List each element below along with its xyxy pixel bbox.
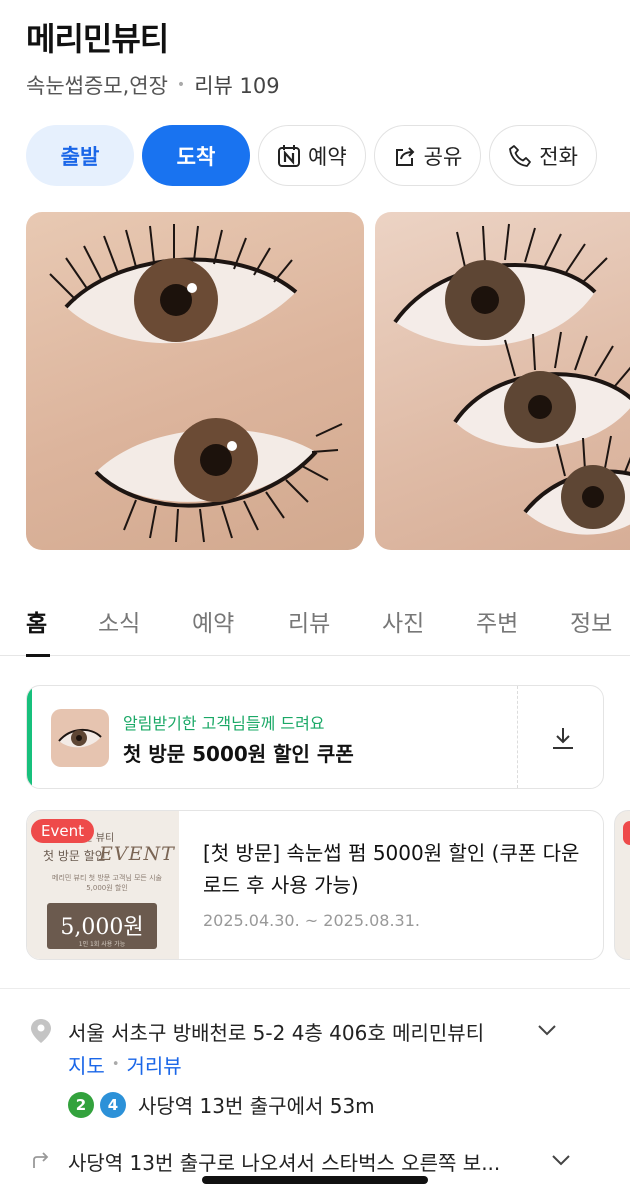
arrive-button[interactable]: 도착 (142, 125, 250, 186)
event-image-price-sub: 1인 1회 사용 가능 (78, 941, 126, 948)
tab-home[interactable]: 홈 (26, 604, 47, 638)
next-event-badge (623, 821, 630, 845)
event-image: 메리민 뷰티 첫 방문 할인 EVENT 메리민 뷰티 첫 방문 고객님 모든 … (27, 811, 179, 959)
share-icon (395, 146, 415, 166)
tab-bar: 홈 소식 예약 리뷰 사진 주변 정보 (0, 596, 630, 656)
place-photo[interactable] (26, 212, 364, 550)
directions-arrow-icon (33, 1152, 49, 1168)
share-label: 공유 (423, 144, 463, 169)
chevron-down-icon[interactable] (536, 1022, 558, 1038)
event-image-title: 첫 방문 할인 (43, 849, 106, 863)
phone-icon (509, 144, 532, 167)
tab-info[interactable]: 정보 (570, 604, 612, 638)
subway-line-2-badge: 2 (68, 1091, 94, 1118)
depart-button[interactable]: 출발 (26, 125, 134, 186)
call-label: 전화 (539, 144, 578, 169)
map-link[interactable]: 지도 (68, 1050, 105, 1079)
street-view-link[interactable]: 거리뷰 (126, 1050, 181, 1079)
separator-dot: • (176, 77, 186, 93)
event-badge: Event (31, 819, 94, 843)
tab-news[interactable]: 소식 (98, 604, 140, 638)
coupon-thumbnail (51, 709, 109, 767)
naver-booking-icon (278, 144, 300, 167)
coupon-divider (517, 686, 518, 788)
coupon-notice: 알림받기한 고객님들께 드려요 (123, 714, 325, 733)
review-count-link[interactable]: 리뷰 109 (194, 70, 279, 100)
coupon-title: 첫 방문 5000원 할인 쿠폰 (123, 742, 354, 766)
share-button[interactable]: 공유 (373, 125, 482, 186)
map-links: 지도 • 거리뷰 (68, 1050, 182, 1079)
address-row[interactable]: 서울 서초구 방배천로 5-2 4층 406호 메리민뷰티 (26, 1016, 616, 1046)
separator-dot: • (111, 1057, 120, 1072)
tab-nearby[interactable]: 주변 (476, 604, 518, 638)
subway-line-4-badge: 4 (100, 1091, 126, 1118)
subway-info: 2 4 사당역 13번 출구에서 53m (68, 1090, 375, 1119)
action-buttons: 출발 도착 예약 공유 전화 (26, 125, 597, 186)
tab-reservation[interactable]: 예약 (192, 604, 234, 638)
address-text: 서울 서초구 방배천로 5-2 4층 406호 메리민뷰티 (68, 1021, 485, 1045)
next-event-card[interactable] (614, 810, 630, 960)
reserve-button[interactable]: 예약 (258, 125, 366, 186)
location-pin-icon (31, 1019, 51, 1043)
coupon-accent-bar (27, 686, 32, 788)
event-image-price-value: 5,000원 (60, 915, 144, 940)
eye-thumbnail-image (58, 729, 102, 748)
coupon-card[interactable]: 알림받기한 고객님들께 드려요 첫 방문 5000원 할인 쿠폰 (26, 685, 604, 789)
tab-reviews[interactable]: 리뷰 (288, 604, 330, 638)
home-indicator (202, 1176, 428, 1184)
event-period: 2025.04.30. ~ 2025.08.31. (203, 911, 420, 930)
section-divider (0, 988, 630, 989)
eyelash-photo-image (49, 224, 343, 543)
directions-text: 사당역 13번 출구로 나오셔서 스타벅스 오른쪽 보... (68, 1151, 501, 1175)
chevron-down-icon[interactable] (550, 1152, 572, 1168)
download-icon[interactable] (549, 724, 577, 752)
reserve-label: 예약 (308, 144, 347, 169)
place-subline: 속눈썹증모,연장 • 리뷰 109 (26, 70, 280, 100)
event-image-word: EVENT (99, 843, 175, 865)
event-image-price: 5,000원 1인 1회 사용 가능 (47, 903, 157, 949)
active-tab-indicator (26, 654, 50, 657)
event-card[interactable]: 메리민 뷰티 첫 방문 할인 EVENT 메리민 뷰티 첫 방문 고객님 모든 … (26, 810, 604, 960)
directions-row[interactable]: 사당역 13번 출구로 나오셔서 스타벅스 오른쪽 보... (26, 1144, 616, 1175)
eyelash-photo-image (393, 223, 630, 535)
place-photo[interactable] (375, 212, 630, 550)
place-category: 속눈썹증모,연장 (26, 74, 168, 98)
station-distance: 사당역 13번 출구에서 53m (138, 1094, 375, 1118)
tab-photos[interactable]: 사진 (382, 604, 424, 638)
place-title: 메리민뷰티 (26, 20, 169, 58)
event-image-desc: 메리민 뷰티 첫 방문 고객님 모든 시술 5,000원 할인 (52, 874, 162, 892)
call-button[interactable]: 전화 (489, 125, 597, 186)
event-text: [첫 방문] 속눈썹 펌 5000원 할인 (쿠폰 다운로드 후 사용 가능) (203, 841, 580, 897)
